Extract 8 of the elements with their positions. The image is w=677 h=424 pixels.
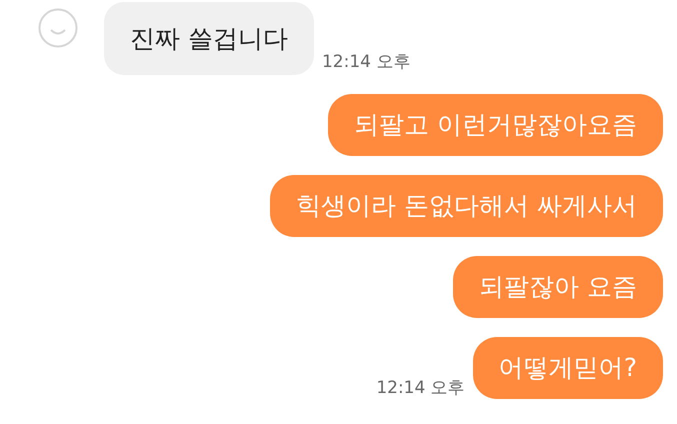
avatar-icon <box>38 8 78 48</box>
message-bubble: 되팔잖아 요즘 <box>453 256 663 318</box>
message-bubble: 어떻게믿어? <box>472 337 663 399</box>
message-bubble: 힉생이라 돈없다해서 싸게사서 <box>270 175 663 237</box>
message-bubble: 되팔고 이런거많잖아요즘 <box>328 94 663 156</box>
message-bubble: 진짜 쓸겁니다 <box>104 2 314 75</box>
message-time: 12:14 오후 <box>376 377 465 399</box>
message-time: 12:14 오후 <box>322 51 410 73</box>
